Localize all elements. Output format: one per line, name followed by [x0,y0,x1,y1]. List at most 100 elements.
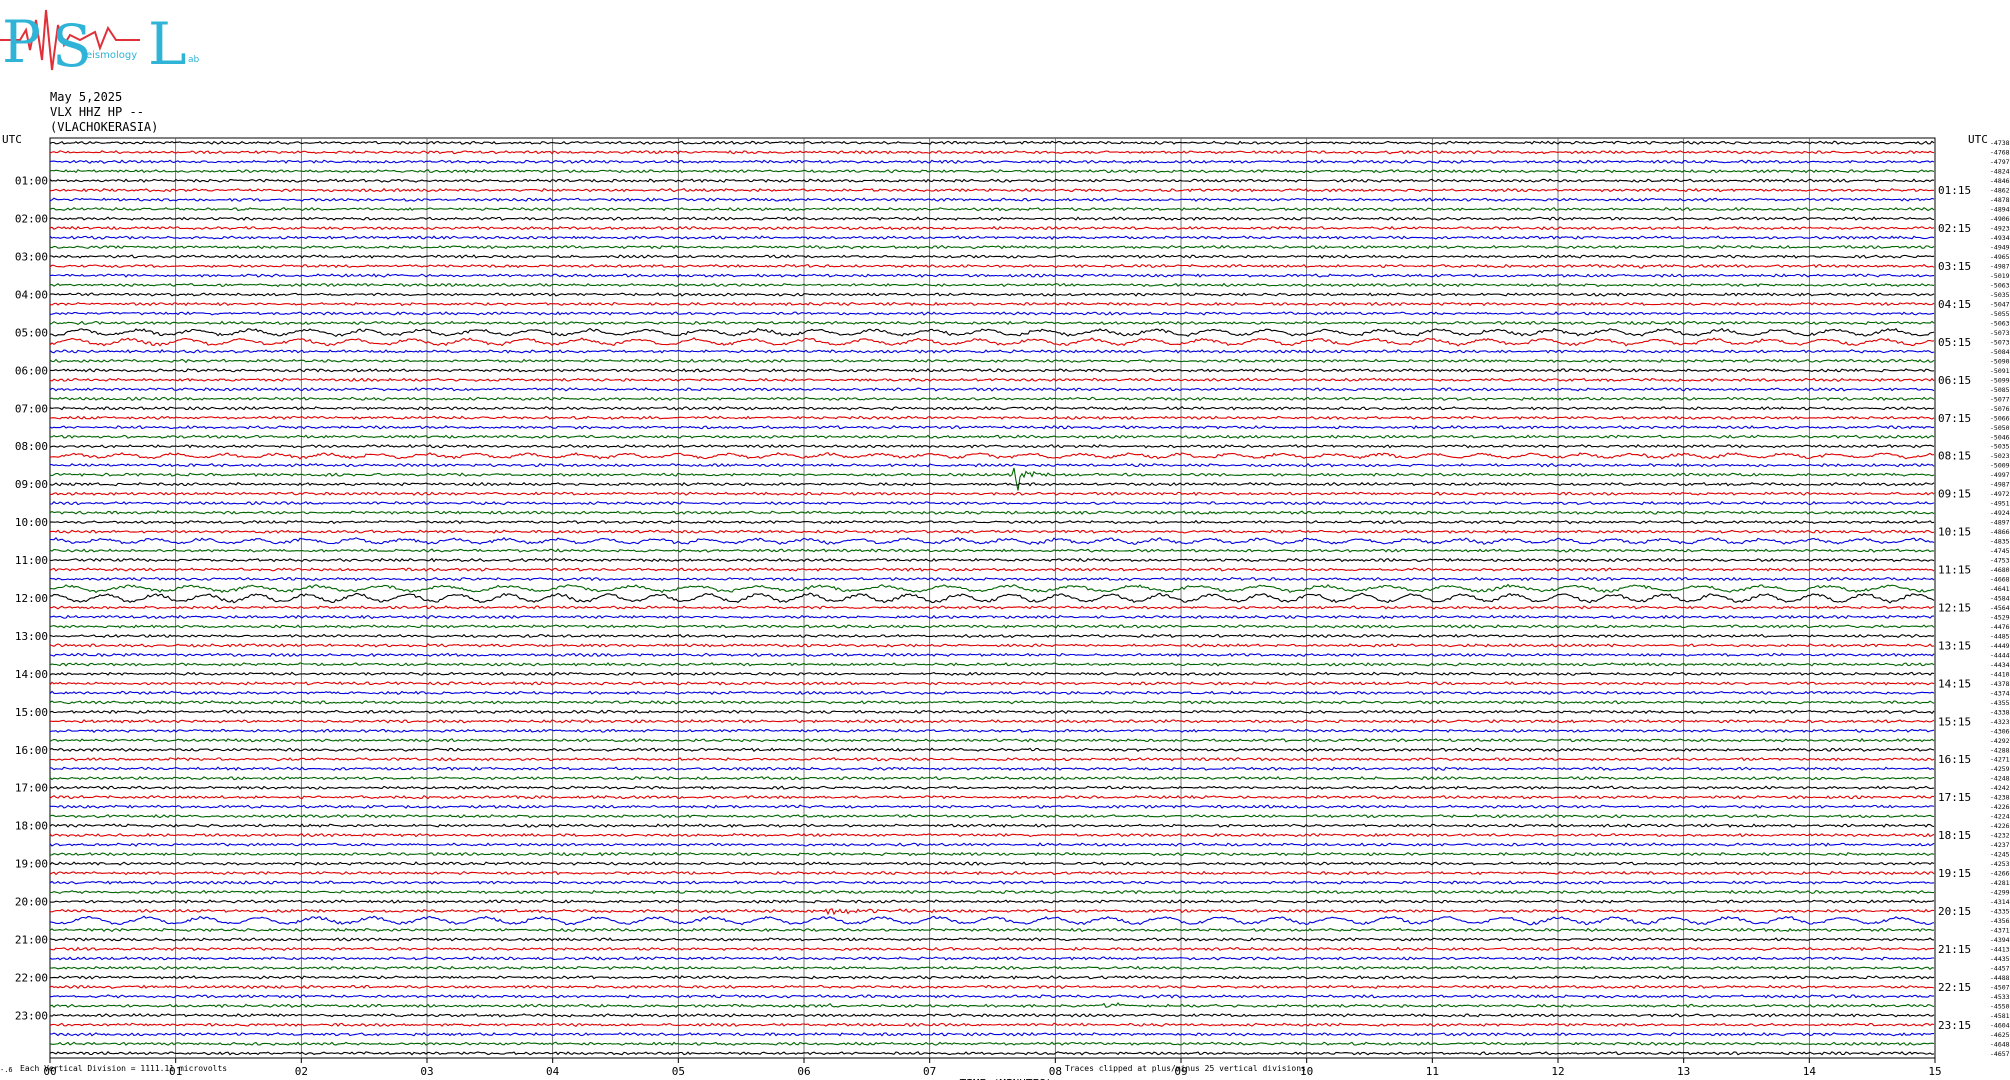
trace-offset-label: -4355 [1990,699,2010,707]
seismic-trace [49,652,1935,658]
left-hour-label: 08:00 [15,440,48,453]
helicorder-plot: UTC UTC 01:00 02:00 03:00 04:00 05:00 06:00 07:0… [2,133,2010,1080]
seismic-trace [49,216,1935,221]
trace-offset-label: -4378 [1990,680,2010,688]
right-hour-label: 13:15 [1938,639,1971,652]
trace-offset-label: -4271 [1990,756,2010,764]
trace-offset-label: -4374 [1990,689,2010,697]
seismic-trace [49,337,1935,347]
seismic-trace [49,907,1935,916]
trace-offset-label: -4323 [1990,718,2010,726]
seismic-trace [49,956,1934,961]
trace-offset-label: -4224 [1990,813,2010,821]
left-hour-label: 16:00 [15,744,48,757]
right-hour-label: 01:15 [1938,184,1971,197]
seismic-trace [49,1013,1935,1018]
seismic-trace [49,206,1935,212]
seismic-trace [49,529,1935,534]
trace-offset-label: -4923 [1990,225,2010,233]
trace-offset-label: -4797 [1990,158,2010,166]
seismic-trace [49,690,1935,696]
seismic-trace [50,452,1935,460]
right-hour-label: 12:15 [1938,601,1971,614]
seismic-trace [49,624,1935,629]
footer-corner-mark: -.6 [0,1066,13,1074]
seismic-trace [50,327,1935,337]
right-utc-title: UTC [1968,133,1988,146]
trace-offset-label: -4259 [1990,765,2010,773]
right-hour-label: 11:15 [1938,564,1971,577]
trace-offset-label: -4371 [1990,926,2010,934]
trace-offset-label: -5063 [1990,319,2010,327]
left-hour-label: 12:00 [15,592,48,605]
trace-offset-label: -4604 [1990,1021,2010,1029]
seismic-trace [49,766,1935,771]
trace-offset-label: -4434 [1990,661,2010,669]
left-hour-label: 06:00 [15,364,48,377]
right-hour-label: 07:15 [1938,412,1971,425]
seismic-trace [49,984,1935,990]
seismic-trace [49,197,1935,202]
trace-offset-label: -4951 [1990,500,2010,508]
left-hour-label: 17:00 [15,782,48,795]
seismic-trace [49,349,1935,354]
seismic-trace [49,567,1935,572]
trace-offset-label: -4846 [1990,177,2010,185]
seismic-trace [49,169,1935,174]
right-hour-label: 03:15 [1938,260,1971,273]
seismic-trace [49,434,1935,440]
seismic-trace [49,149,1935,155]
trace-offset-label: -5050 [1990,424,2010,432]
right-hour-label: 19:15 [1938,867,1971,880]
trace-offset-label: -4299 [1990,889,2010,897]
seismic-trace [49,282,1935,288]
seismic-trace [49,510,1935,515]
seismic-trace [49,396,1935,402]
seismic-trace [49,823,1935,828]
seismic-trace [49,927,1934,933]
footer-division-note: Each Vertical Division = 1111.11 microvo… [20,1064,228,1073]
trace-offset-label: -4894 [1990,206,2010,214]
seismic-trace [49,415,1935,421]
seismic-trace [49,1002,1935,1009]
trace-offset-label: -4768 [1990,149,2010,157]
trace-offset-label: -4507 [1990,983,2010,991]
left-hour-label: 03:00 [15,251,48,264]
seismic-trace [49,273,1935,278]
trace-offset-label: -4281 [1990,879,2010,887]
seismic-trace [49,662,1935,667]
seismic-trace [49,700,1935,705]
seismic-trace [49,899,1935,904]
seismic-trace [49,785,1935,791]
seismic-trace [49,1022,1935,1027]
trace-offset-label: -4906 [1990,215,2010,223]
trace-offset-label: -5019 [1990,272,2010,280]
seismic-trace [49,254,1935,259]
seismic-trace [49,491,1935,496]
left-hour-label: 19:00 [15,858,48,871]
seismic-trace [49,728,1935,733]
seismic-trace [49,842,1935,847]
trace-offset-label: -4413 [1990,945,2010,953]
seismic-trace [49,387,1935,392]
seismic-trace [49,320,1935,326]
left-hour-label: 14:00 [15,668,48,681]
seismic-trace [49,583,1935,594]
trace-offset-label: -4529 [1990,613,2010,621]
seismic-trace [49,377,1935,383]
trace-offset-label: -4238 [1990,794,2010,802]
trace-offset-label: -4237 [1990,841,2010,849]
seismic-trace [49,861,1935,866]
seismic-trace [49,301,1935,307]
seismic-trace [49,775,1935,781]
seismic-trace [49,358,1935,364]
x-tick-label: 06 [797,1065,810,1078]
left-hour-label: 09:00 [15,478,48,491]
trace-offset-label: -4226 [1990,822,2010,830]
x-tick-label: 05 [672,1065,685,1078]
seismic-trace [49,140,1935,145]
seismic-trace [49,633,1935,639]
x-tick-label: 13 [1677,1065,1690,1078]
left-hour-label: 04:00 [15,288,48,301]
trace-offset-label: -4866 [1990,528,2010,536]
